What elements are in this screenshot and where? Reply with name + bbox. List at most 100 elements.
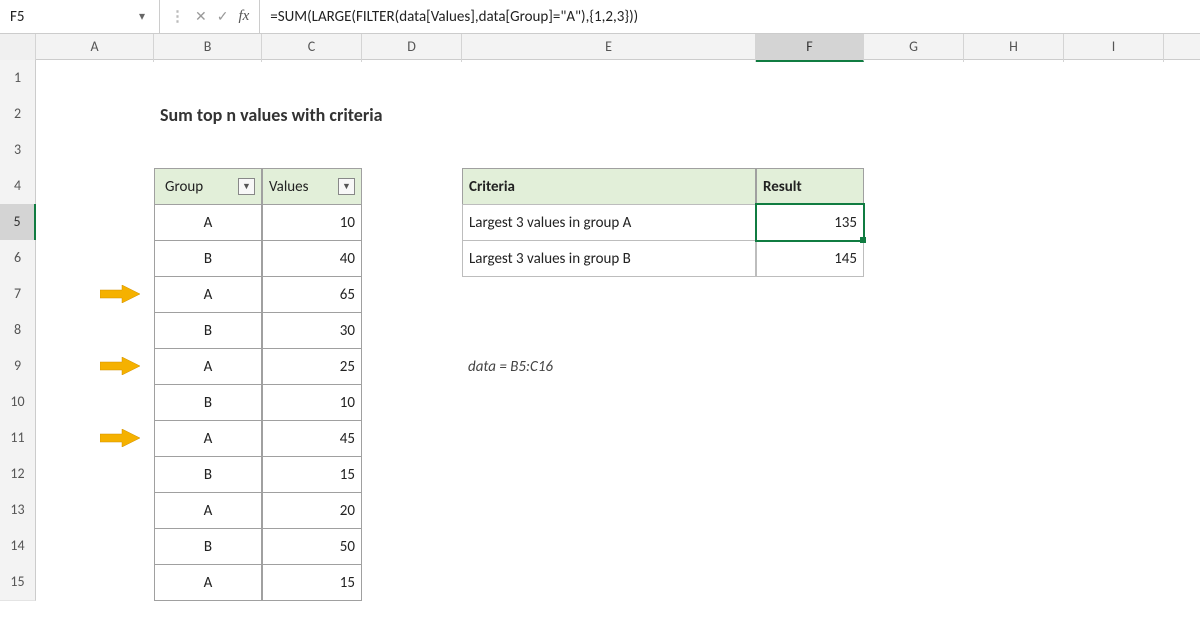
column-header-H[interactable]: H	[964, 34, 1064, 62]
cell-G10[interactable]	[864, 384, 964, 421]
cell-I3[interactable]	[1064, 132, 1164, 169]
cell-C9[interactable]: 25	[262, 348, 362, 385]
cell-A14[interactable]	[36, 528, 154, 565]
cell-I1[interactable]	[1064, 60, 1164, 97]
row-header-11[interactable]: 11	[0, 420, 36, 457]
cell-G4[interactable]	[864, 168, 964, 205]
cell-H3[interactable]	[964, 132, 1064, 169]
cell-F12[interactable]	[756, 456, 864, 493]
row-header-8[interactable]: 8	[0, 312, 36, 349]
cell-E13[interactable]	[462, 492, 756, 529]
cell-G7[interactable]	[864, 276, 964, 313]
cell-B6[interactable]: B	[154, 240, 262, 277]
row-header-15[interactable]: 15	[0, 564, 36, 601]
column-header-B[interactable]: B	[154, 34, 262, 62]
cell-E11[interactable]	[462, 420, 756, 457]
cell-H4[interactable]	[964, 168, 1064, 205]
cell-G1[interactable]	[864, 60, 964, 97]
cell-B1[interactable]	[154, 60, 262, 97]
cell-C1[interactable]	[262, 60, 362, 97]
cell-E2[interactable]	[462, 96, 756, 133]
select-all-corner[interactable]	[0, 34, 36, 62]
row-header-5[interactable]: 5	[0, 204, 36, 241]
cell-C12[interactable]: 15	[262, 456, 362, 493]
cell-B15[interactable]: A	[154, 564, 262, 601]
cell-F1[interactable]	[756, 60, 864, 97]
cell-F15[interactable]	[756, 564, 864, 601]
cell-I7[interactable]	[1064, 276, 1164, 313]
cell-D7[interactable]	[362, 276, 462, 313]
cell-G14[interactable]	[864, 528, 964, 565]
cell-E6[interactable]: Largest 3 values in group B	[462, 240, 756, 277]
cell-F8[interactable]	[756, 312, 864, 349]
cell-B10[interactable]: B	[154, 384, 262, 421]
cell-G12[interactable]	[864, 456, 964, 493]
row-header-1[interactable]: 1	[0, 60, 36, 97]
column-header-C[interactable]: C	[262, 34, 362, 62]
cell-H10[interactable]	[964, 384, 1064, 421]
column-header-D[interactable]: D	[362, 34, 462, 62]
cell-A13[interactable]	[36, 492, 154, 529]
cell-H14[interactable]	[964, 528, 1064, 565]
cell-B12[interactable]: B	[154, 456, 262, 493]
cell-G9[interactable]	[864, 348, 964, 385]
cell-I12[interactable]	[1064, 456, 1164, 493]
cell-B4[interactable]: Group▼	[154, 168, 262, 205]
cell-F4[interactable]: Result	[756, 168, 864, 205]
row-header-7[interactable]: 7	[0, 276, 36, 313]
cell-H1[interactable]	[964, 60, 1064, 97]
cell-D13[interactable]	[362, 492, 462, 529]
row-header-4[interactable]: 4	[0, 168, 36, 205]
cell-G13[interactable]	[864, 492, 964, 529]
cell-F11[interactable]	[756, 420, 864, 457]
cell-A10[interactable]	[36, 384, 154, 421]
row-header-9[interactable]: 9	[0, 348, 36, 385]
cell-D9[interactable]	[362, 348, 462, 385]
cell-F5[interactable]: 135	[756, 204, 864, 241]
cell-C2[interactable]	[262, 96, 362, 133]
cell-G11[interactable]	[864, 420, 964, 457]
column-header-F[interactable]: F	[756, 34, 864, 62]
column-header-E[interactable]: E	[462, 34, 756, 62]
cell-C14[interactable]: 50	[262, 528, 362, 565]
cell-H15[interactable]	[964, 564, 1064, 601]
cell-H2[interactable]	[964, 96, 1064, 133]
fx-icon[interactable]: fx	[238, 8, 249, 25]
cell-I11[interactable]	[1064, 420, 1164, 457]
cell-A6[interactable]	[36, 240, 154, 277]
cell-C3[interactable]	[262, 132, 362, 169]
row-header-10[interactable]: 10	[0, 384, 36, 421]
cell-B11[interactable]: A	[154, 420, 262, 457]
cell-H5[interactable]	[964, 204, 1064, 241]
column-header-A[interactable]: A	[36, 34, 154, 62]
cell-E4[interactable]: Criteria	[462, 168, 756, 205]
cell-E8[interactable]	[462, 312, 756, 349]
cell-F13[interactable]	[756, 492, 864, 529]
cell-D12[interactable]	[362, 456, 462, 493]
cell-H8[interactable]	[964, 312, 1064, 349]
cell-I9[interactable]	[1064, 348, 1164, 385]
cell-A2[interactable]	[36, 96, 154, 133]
cell-B9[interactable]: A	[154, 348, 262, 385]
cell-G8[interactable]	[864, 312, 964, 349]
cell-C7[interactable]: 65	[262, 276, 362, 313]
cell-I14[interactable]	[1064, 528, 1164, 565]
cell-H7[interactable]	[964, 276, 1064, 313]
cell-D1[interactable]	[362, 60, 462, 97]
row-header-6[interactable]: 6	[0, 240, 36, 277]
cell-B2[interactable]: Sum top n values with criteria	[154, 96, 262, 133]
cell-B3[interactable]	[154, 132, 262, 169]
cell-E10[interactable]	[462, 384, 756, 421]
cell-A15[interactable]	[36, 564, 154, 601]
cell-D4[interactable]	[362, 168, 462, 205]
cell-C10[interactable]: 10	[262, 384, 362, 421]
cell-B14[interactable]: B	[154, 528, 262, 565]
cell-E7[interactable]	[462, 276, 756, 313]
cell-A12[interactable]	[36, 456, 154, 493]
cell-I8[interactable]	[1064, 312, 1164, 349]
enter-icon[interactable]: ✓	[217, 8, 229, 25]
cell-D15[interactable]	[362, 564, 462, 601]
cell-I6[interactable]	[1064, 240, 1164, 277]
row-header-2[interactable]: 2	[0, 96, 36, 133]
cell-C8[interactable]: 30	[262, 312, 362, 349]
